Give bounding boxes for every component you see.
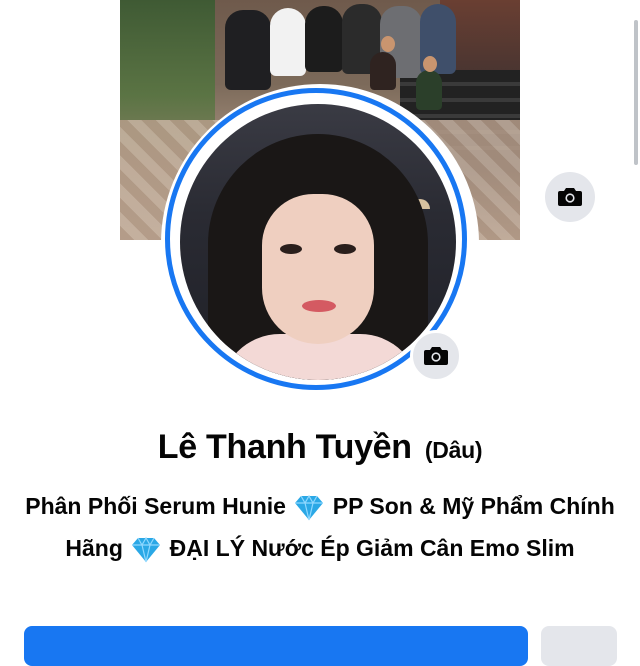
camera-icon bbox=[558, 188, 582, 206]
cover-child-head bbox=[423, 56, 437, 72]
profile-name: Lê Thanh Tuyền (Dâu) bbox=[0, 428, 640, 467]
cover-child bbox=[370, 52, 396, 90]
bio-text: Phân Phối Serum Hunie bbox=[25, 493, 293, 519]
edit-cover-photo-button[interactable] bbox=[545, 172, 595, 222]
bio-text: ĐẠI LÝ Nước Ép Giảm Cân Emo Slim bbox=[163, 535, 575, 561]
gem-icon bbox=[132, 536, 161, 563]
profile-alternate-name: (Dâu) bbox=[424, 437, 483, 463]
profile-lips bbox=[302, 300, 336, 312]
scrollbar[interactable] bbox=[634, 20, 638, 165]
cover-child-head bbox=[381, 36, 395, 52]
cover-person bbox=[305, 6, 343, 72]
cover-person bbox=[270, 8, 306, 76]
profile-eye bbox=[280, 244, 302, 254]
profile-face bbox=[262, 194, 374, 344]
profile-name-text: Lê Thanh Tuyền bbox=[157, 428, 412, 466]
profile-picture[interactable] bbox=[180, 104, 456, 380]
edit-profile-picture-button[interactable] bbox=[410, 330, 462, 382]
cover-child bbox=[416, 70, 442, 110]
more-options-button[interactable] bbox=[541, 626, 617, 666]
profile-bio: Phân Phối Serum Hunie PP Son & Mỹ Phẩm C… bbox=[20, 485, 620, 569]
profile-eye bbox=[334, 244, 356, 254]
camera-icon bbox=[424, 347, 448, 365]
gem-icon bbox=[295, 494, 324, 521]
primary-action-button[interactable] bbox=[24, 626, 528, 666]
cover-person bbox=[225, 10, 271, 90]
